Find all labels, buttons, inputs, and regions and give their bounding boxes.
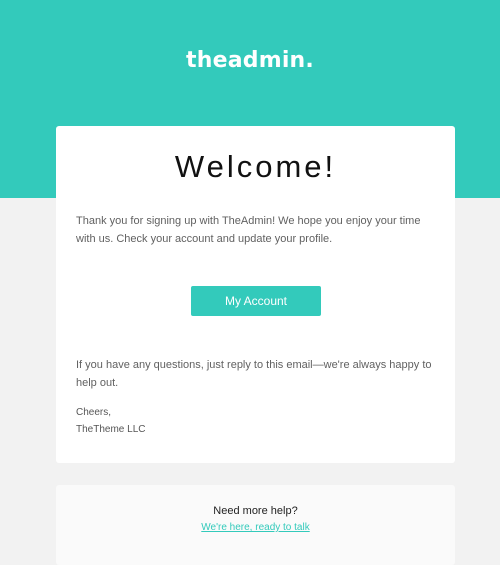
intro-text: Thank you for signing up with TheAdmin! … (76, 215, 421, 245)
welcome-heading: Welcome! (174, 149, 337, 184)
contact-link[interactable]: We're here, ready to talk (56, 522, 455, 533)
signoff-company: TheTheme LLC (76, 424, 146, 435)
my-account-button[interactable]: My Account (191, 286, 321, 316)
email-card: Welcome! Thank you for signing up with T… (56, 126, 455, 463)
followup-text: If you have any questions, just reply to… (76, 359, 432, 389)
signoff: Cheers, TheTheme LLC (76, 404, 145, 438)
help-title: Need more help? (213, 505, 298, 517)
brand-logo: theadmin. (186, 48, 314, 73)
help-card: Need more help? We're here, ready to tal… (56, 485, 455, 565)
signoff-greeting: Cheers, (76, 407, 112, 418)
